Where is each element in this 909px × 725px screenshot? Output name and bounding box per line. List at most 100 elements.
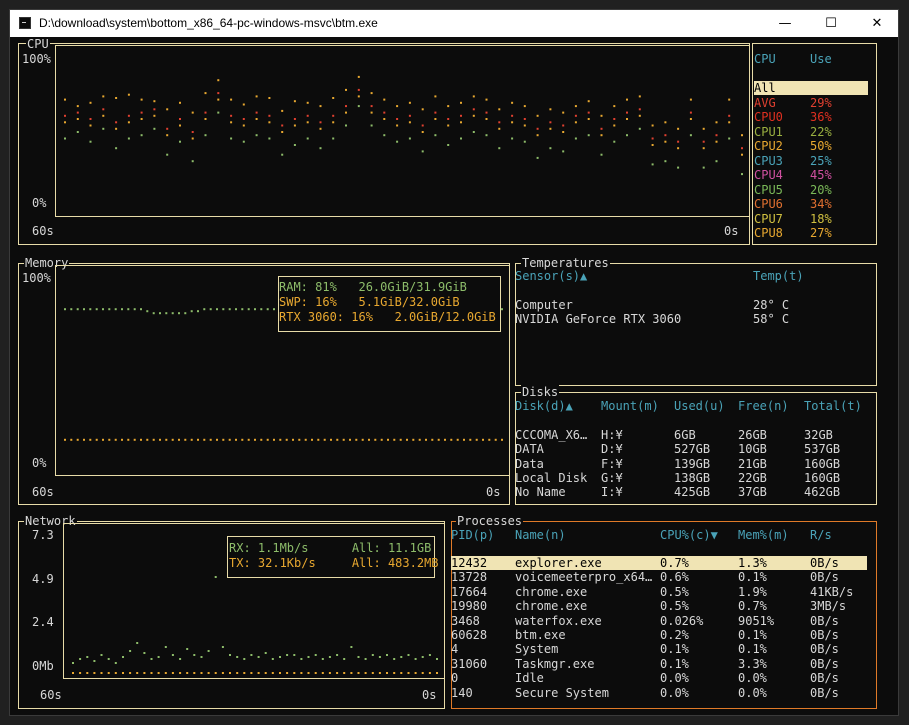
- process-row[interactable]: 60628 btm.exe 0.2% 0.1% 0B/s: [451, 628, 867, 642]
- network-tx-point: [307, 672, 310, 674]
- cpu-x-right: 0s: [724, 224, 739, 238]
- cpu-series-point: [166, 127, 169, 130]
- process-cell-pid: 13728: [451, 570, 488, 585]
- process-row[interactable]: 4 System 0.1% 0.1% 0B/s: [451, 642, 867, 656]
- network-rx-point: [107, 658, 110, 660]
- cpu-legend-row[interactable]: CPU7 18%: [754, 212, 868, 226]
- cpu-series-point: [281, 109, 284, 112]
- disks-header-disk[interactable]: Disk(d)▲: [515, 399, 573, 413]
- proc-header-mem[interactable]: Mem%(m): [738, 528, 789, 542]
- cpu-legend-use: 34%: [810, 197, 832, 211]
- process-cell-pid: 12432: [451, 556, 488, 570]
- network-rx-point: [314, 654, 317, 656]
- process-row[interactable]: 0 Idle 0.0% 0.0% 0B/s: [451, 671, 867, 685]
- cpu-series-point: [332, 137, 335, 140]
- memory-ram-point: [222, 308, 225, 311]
- memory-gpu-point: [184, 438, 187, 441]
- cpu-legend-row[interactable]: CPU4 45%: [754, 168, 868, 182]
- cpu-series-point: [536, 156, 539, 159]
- memory-gpu-point: [121, 438, 123, 441]
- process-cell-name: System: [515, 642, 559, 657]
- disks-header-free[interactable]: Free(n): [738, 399, 789, 413]
- cpu-series-point: [242, 140, 245, 143]
- close-button[interactable]: ✕: [854, 10, 898, 37]
- cpu-series-point: [460, 137, 462, 140]
- memory-gpu-point: [444, 438, 446, 441]
- memory-gpu-point: [298, 438, 301, 441]
- disks-header-used[interactable]: Used(u): [674, 399, 725, 413]
- cpu-legend-row[interactable]: AVG 29%: [754, 96, 868, 110]
- cpu-legend-row[interactable]: CPU0 36%: [754, 110, 868, 124]
- proc-header-name[interactable]: Name(n): [515, 528, 566, 542]
- network-rx-point: [243, 658, 246, 660]
- process-row[interactable]: 31060 Taskmgr.exe 0.1% 3.3% 0B/s: [451, 657, 867, 671]
- cpu-legend-row[interactable]: All: [754, 81, 868, 95]
- cpu-series-point: [179, 140, 181, 143]
- process-row[interactable]: 12432 explorer.exe 0.7% 1.3% 0B/s: [451, 556, 867, 570]
- network-rx-point: [122, 656, 124, 658]
- cpu-series-point: [485, 98, 488, 101]
- cpu-legend-row[interactable]: CPU6 34%: [754, 197, 868, 211]
- maximize-button[interactable]: ☐: [808, 10, 854, 37]
- disk-cell-disk: DATA: [515, 442, 544, 457]
- proc-header-cpu[interactable]: CPU%(c)▼: [660, 528, 718, 542]
- cpu-series-point: [447, 124, 450, 127]
- cpu-series-point: [638, 127, 641, 130]
- network-rx-point: [200, 656, 203, 658]
- cpu-series-point: [421, 150, 424, 153]
- proc-header-rs[interactable]: R/s: [810, 528, 832, 542]
- disks-header-total[interactable]: Total(t): [804, 399, 862, 413]
- cpu-legend-header-use: Use: [810, 52, 832, 66]
- minimize-button[interactable]: —: [762, 10, 808, 37]
- cpu-legend-row[interactable]: CPU3 25%: [754, 154, 868, 168]
- memory-gpu-point: [260, 438, 263, 441]
- cpu-series-point: [293, 144, 296, 146]
- memory-ram-point: [178, 312, 180, 315]
- memory-gpu-point: [330, 438, 332, 441]
- network-tx-point: [250, 672, 253, 674]
- process-cell-rs: 0B/s: [810, 642, 839, 657]
- memory-gpu-point: [241, 438, 244, 441]
- process-row[interactable]: 17664 chrome.exe 0.5% 1.9% 41KB/s: [451, 585, 867, 599]
- network-tx-point: [114, 672, 117, 674]
- cpu-series-point: [523, 124, 526, 127]
- cpu-series-point: [728, 98, 731, 101]
- network-rx-point: [364, 658, 367, 660]
- cpu-series-point: [651, 163, 654, 166]
- cpu-legend-row[interactable]: CPU8 27%: [754, 226, 868, 240]
- temps-header-sensor[interactable]: Sensor(s)▲: [515, 269, 587, 283]
- cpu-series-point: [626, 134, 628, 137]
- process-row[interactable]: 3468 waterfox.exe 0.026% 9051% 0B/s: [451, 614, 867, 628]
- cpu-series-point: [319, 121, 322, 124]
- disks-header-mount[interactable]: Mount(m): [601, 399, 659, 413]
- cpu-series-point: [511, 121, 514, 124]
- cpu-series-point: [434, 111, 437, 114]
- memory-gpu-point: [336, 438, 339, 441]
- disk-cell-mount: I:¥: [601, 485, 623, 500]
- cpu-series-point: [485, 111, 488, 114]
- temps-header-temp[interactable]: Temp(t): [753, 269, 804, 283]
- process-row[interactable]: 13728 voicemeeterpro_x64… 0.6% 0.1% 0B/s: [451, 570, 867, 584]
- cpu-legend-use: 45%: [810, 168, 832, 182]
- network-tx-point: [357, 672, 360, 674]
- cpu-series-point: [345, 88, 347, 91]
- cpu-series-point: [281, 153, 284, 156]
- process-row[interactable]: 140 Secure System 0.0% 0.0% 0B/s: [451, 686, 867, 700]
- cpu-legend-row[interactable]: CPU2 50%: [754, 139, 868, 153]
- cpu-series-point: [140, 111, 143, 114]
- process-row[interactable]: 19980 chrome.exe 0.5% 0.7% 3MB/s: [451, 599, 867, 613]
- cpu-legend-name: CPU3: [754, 153, 783, 168]
- memory-ram-point: [228, 308, 231, 311]
- cpu-legend-row[interactable]: CPU1 22%: [754, 125, 868, 139]
- network-y-label-3: 0Mb: [32, 659, 54, 673]
- cpu-series-point: [396, 118, 399, 120]
- cpu-legend-row[interactable]: CPU5 20%: [754, 183, 868, 197]
- cpu-series-point: [255, 111, 258, 114]
- title-bar[interactable]: D:\download\system\bottom_x86_64-pc-wind…: [10, 10, 898, 37]
- cpu-series-point: [562, 131, 565, 133]
- cpu-series-point: [536, 127, 539, 130]
- process-cell-rs: 41KB/s: [810, 584, 854, 599]
- proc-header-pid[interactable]: PID(p): [451, 528, 494, 542]
- cpu-series-point: [562, 111, 565, 114]
- network-rx-point: [414, 658, 417, 660]
